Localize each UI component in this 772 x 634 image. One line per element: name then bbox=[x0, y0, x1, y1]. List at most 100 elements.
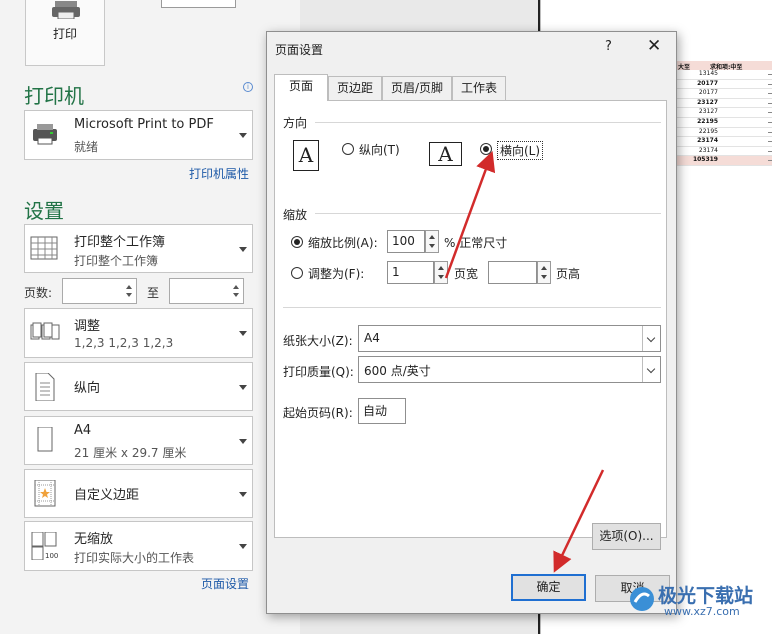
preview-table-row: 13145 bbox=[676, 70, 772, 80]
preview-cell-value: 13145 bbox=[698, 70, 718, 77]
portrait-icon: A bbox=[293, 140, 319, 171]
copies-input[interactable] bbox=[161, 0, 236, 8]
preview-cell-value: 20177 bbox=[697, 79, 718, 87]
tab-margins[interactable]: 页边距 bbox=[328, 76, 382, 100]
fit-to-label[interactable]: 调整为(F): bbox=[308, 265, 364, 282]
page-setup-link[interactable]: 页面设置 bbox=[201, 575, 249, 592]
collate-dropdown[interactable]: 调整 1,2,3 1,2,3 1,2,3 bbox=[24, 308, 253, 358]
scaling-main: 无缩放 bbox=[74, 532, 114, 547]
orientation-dropdown[interactable]: 纵向 bbox=[24, 362, 253, 411]
print-scope-dropdown[interactable]: 打印整个工作簿 打印整个工作簿 bbox=[24, 224, 253, 273]
watermark-url: www.xz7.com bbox=[664, 605, 740, 618]
portrait-label[interactable]: 纵向(T) bbox=[359, 141, 400, 158]
chevron-down-icon bbox=[239, 544, 247, 549]
paper-size-dropdown[interactable]: A4 21 厘米 x 29.7 厘米 bbox=[24, 416, 253, 465]
margins-value: 自定义边距 bbox=[74, 488, 140, 503]
chevron-down-icon[interactable] bbox=[642, 357, 660, 382]
spin-down-icon[interactable] bbox=[438, 275, 444, 279]
page-setup-dialog: 页面设置 ? ✕ 页面 页边距 页眉/页脚 工作表 方向 A 纵向(T) A 横… bbox=[266, 31, 677, 614]
first-page-label: 起始页码(R): bbox=[283, 406, 353, 420]
preview-cell-mark bbox=[768, 93, 772, 95]
spin-up-icon[interactable] bbox=[126, 285, 132, 289]
info-icon[interactable]: i bbox=[243, 82, 253, 92]
scaling-dropdown[interactable]: 100 无缩放 打印实际大小的工作表 bbox=[24, 521, 253, 571]
collate-sub: 1,2,3 1,2,3 1,2,3 bbox=[74, 336, 174, 350]
landscape-radio[interactable] bbox=[480, 143, 492, 155]
preview-cell-mark bbox=[768, 160, 772, 162]
spin-up-icon[interactable] bbox=[541, 266, 547, 270]
printer-device-icon bbox=[33, 124, 57, 145]
preview-table-row: 20177 bbox=[676, 89, 772, 99]
collate-main: 调整 bbox=[74, 319, 101, 334]
no-scaling-icon: 100 bbox=[31, 532, 58, 560]
spin-up-icon[interactable] bbox=[233, 285, 239, 289]
spin-down-icon[interactable] bbox=[429, 244, 435, 248]
spin-down-icon[interactable] bbox=[126, 293, 132, 297]
printer-section-title: 打印机 bbox=[24, 84, 84, 108]
portrait-page-icon bbox=[35, 373, 55, 401]
preview-cell-value: 22195 bbox=[698, 127, 718, 135]
spin-up-icon[interactable] bbox=[438, 266, 444, 270]
paper-size-value: A4 bbox=[364, 331, 380, 345]
preview-table-row: 23127 bbox=[676, 99, 772, 109]
watermark-brand: 极光下载站 bbox=[658, 585, 754, 607]
pages-to-label: 至 bbox=[147, 286, 160, 300]
scale-percent-label[interactable]: 缩放比例(A): bbox=[308, 234, 378, 251]
portrait-radio[interactable] bbox=[342, 143, 354, 155]
scale-percent-input[interactable]: 100 bbox=[387, 230, 425, 253]
preview-cell-mark bbox=[768, 141, 772, 143]
preview-table-row: 20177 bbox=[676, 80, 772, 90]
svg-text:100: 100 bbox=[45, 552, 58, 560]
preview-cell-value: 20177 bbox=[698, 89, 718, 97]
preview-cell-mark bbox=[768, 150, 772, 152]
margins-dropdown[interactable]: 自定义边距 bbox=[24, 469, 253, 518]
tab-header-footer[interactable]: 页眉/页脚 bbox=[382, 76, 452, 100]
preview-table-header: 大至 求和项:中至 bbox=[676, 61, 772, 71]
printer-dropdown[interactable]: Microsoft Print to PDF 就绪 bbox=[24, 110, 253, 160]
group-divider bbox=[283, 307, 661, 308]
chevron-down-icon bbox=[239, 133, 247, 138]
pages-to-input[interactable] bbox=[169, 278, 244, 304]
chevron-down-icon bbox=[239, 385, 247, 390]
help-icon[interactable]: ? bbox=[605, 39, 612, 54]
print-quality-select[interactable]: 600 点/英寸 bbox=[358, 356, 661, 383]
paper-size-select[interactable]: A4 bbox=[358, 325, 661, 352]
ok-button[interactable]: 确定 bbox=[511, 574, 586, 601]
preview-table-row: 22195 bbox=[676, 128, 772, 138]
spin-down-icon[interactable] bbox=[233, 293, 239, 297]
fit-wide-input[interactable]: 1 bbox=[387, 261, 434, 284]
chevron-down-icon bbox=[239, 331, 247, 336]
options-button[interactable]: 选项(O)... bbox=[592, 523, 661, 550]
collate-pages-icon bbox=[30, 322, 60, 340]
scale-percent-radio[interactable] bbox=[291, 236, 303, 248]
preview-cell-value: 23174 bbox=[698, 146, 718, 154]
tab-sheet[interactable]: 工作表 bbox=[452, 76, 506, 100]
tab-page[interactable]: 页面 bbox=[274, 74, 328, 101]
preview-cell-value: 105319 bbox=[692, 156, 718, 164]
worksheet-grid-icon bbox=[30, 236, 58, 260]
scale-spinner[interactable] bbox=[425, 230, 439, 253]
fit-to-radio[interactable] bbox=[291, 267, 303, 279]
chevron-down-icon[interactable] bbox=[642, 326, 660, 351]
spin-down-icon[interactable] bbox=[541, 275, 547, 279]
group-divider bbox=[315, 213, 661, 214]
preview-cell-mark bbox=[768, 102, 772, 104]
pages-from-input[interactable] bbox=[62, 278, 137, 304]
group-divider bbox=[315, 122, 661, 123]
paper-size-sub: 21 厘米 x 29.7 厘米 bbox=[74, 446, 187, 460]
preview-cell-value: 22195 bbox=[697, 117, 718, 125]
preview-table-row: 23174 bbox=[676, 147, 772, 157]
preview-total-row: 105319 bbox=[676, 156, 772, 166]
fit-tall-suffix: 页高 bbox=[556, 267, 581, 281]
spin-up-icon[interactable] bbox=[429, 235, 435, 239]
print-button[interactable]: 打印 bbox=[25, 0, 105, 66]
landscape-label[interactable]: 横向(L) bbox=[497, 141, 544, 160]
paper-size-label: 纸张大小(Z): bbox=[283, 334, 353, 348]
scaling-group-label: 缩放 bbox=[283, 208, 308, 222]
first-page-input[interactable]: 自动 bbox=[358, 398, 406, 424]
fit-wide-spinner[interactable] bbox=[434, 261, 448, 284]
close-icon[interactable]: ✕ bbox=[647, 36, 661, 56]
fit-tall-spinner[interactable] bbox=[537, 261, 551, 284]
fit-tall-input[interactable] bbox=[488, 261, 537, 284]
printer-properties-link[interactable]: 打印机属性 bbox=[189, 165, 249, 182]
